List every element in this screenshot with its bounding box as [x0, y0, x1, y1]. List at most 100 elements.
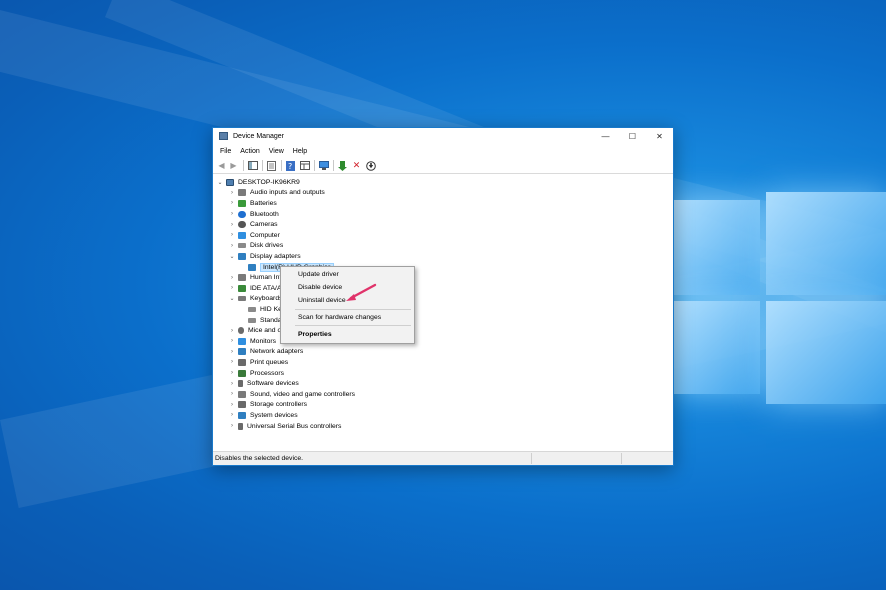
toolbar-separator — [314, 160, 315, 171]
scan-hardware-button[interactable] — [318, 160, 329, 171]
chevron-right-icon[interactable]: › — [228, 190, 236, 196]
tree-item-cameras[interactable]: › Cameras — [228, 219, 278, 230]
toolbar-separator — [333, 160, 334, 171]
properties-menu-item[interactable]: Properties — [281, 328, 414, 340]
software-device-icon — [238, 380, 243, 388]
battery-icon — [238, 199, 246, 207]
tree-item-usb-controllers[interactable]: › Universal Serial Bus controllers — [228, 421, 341, 432]
tree-item-computer[interactable]: › Computer — [228, 230, 280, 241]
storage-controller-icon — [238, 401, 246, 409]
help-icon: ? — [286, 160, 295, 171]
tree-item-processors[interactable]: › Processors — [228, 368, 284, 379]
download-circle-icon — [365, 160, 376, 171]
enable-device-button[interactable] — [365, 160, 376, 171]
back-button[interactable]: ◀ — [216, 160, 227, 171]
chevron-down-icon[interactable]: ⌄ — [228, 295, 236, 302]
update-driver-button[interactable] — [337, 160, 348, 171]
menu-file[interactable]: File — [220, 148, 231, 155]
action-pane-button[interactable] — [299, 160, 310, 171]
menu-view[interactable]: View — [269, 148, 284, 155]
tree-item-network-adapters[interactable]: › Network adapters — [228, 347, 303, 358]
display-adapter-icon — [248, 263, 256, 271]
table-view-icon — [299, 161, 310, 170]
properties-toolbar-button[interactable] — [266, 160, 277, 171]
tree-item-label: Cameras — [250, 221, 278, 229]
computer-icon — [226, 178, 234, 186]
monitor-icon — [238, 337, 246, 345]
chevron-right-icon[interactable]: › — [228, 412, 236, 418]
update-driver-menu-item[interactable]: Update driver — [281, 268, 414, 280]
tree-item-keyboards[interactable]: ⌄ Keyboards — [228, 294, 283, 305]
minimize-button[interactable]: — — [592, 128, 619, 144]
menu-action[interactable]: Action — [240, 148, 259, 155]
tree-item-label: Monitors — [250, 337, 277, 345]
toolbar: ◀ ▶ ? ✕ — [213, 158, 673, 174]
keyboard-icon — [238, 296, 246, 302]
tree-item-display-adapters[interactable]: ⌄ Display adapters — [228, 251, 301, 262]
back-arrow-icon: ◀ — [218, 161, 225, 170]
tree-item-label: Software devices — [247, 380, 299, 388]
tree-item-software-devices[interactable]: › Software devices — [228, 378, 299, 389]
keyboard-icon — [248, 306, 256, 312]
network-adapter-icon — [238, 348, 246, 356]
tree-item-label: Print queues — [250, 358, 289, 366]
menu-separator — [295, 309, 411, 310]
tree-item-bluetooth[interactable]: › Bluetooth — [228, 209, 279, 220]
chevron-right-icon[interactable]: › — [228, 243, 236, 249]
tree-item-disk-drives[interactable]: › Disk drives — [228, 241, 283, 252]
tree-item-print-queues[interactable]: › Print queues — [228, 357, 288, 368]
camera-icon — [238, 221, 246, 229]
scan-hardware-menu-item[interactable]: Scan for hardware changes — [281, 311, 414, 323]
annotation-arrow-icon — [346, 283, 377, 301]
chevron-down-icon[interactable]: ⌄ — [216, 179, 224, 186]
tree-item-monitors[interactable]: › Monitors — [228, 336, 276, 347]
tree-item-system-devices[interactable]: › System devices — [228, 410, 298, 421]
chevron-right-icon[interactable]: › — [228, 402, 236, 408]
chevron-right-icon[interactable]: › — [228, 222, 236, 228]
chevron-down-icon[interactable]: ⌄ — [228, 253, 236, 260]
tree-item-batteries[interactable]: › Batteries — [228, 198, 277, 209]
uninstall-device-button[interactable]: ✕ — [351, 160, 362, 171]
tree-item-label: Display adapters — [250, 252, 301, 260]
ide-controller-icon — [238, 284, 246, 292]
device-manager-icon — [219, 132, 228, 140]
menu-help[interactable]: Help — [293, 148, 307, 155]
toolbar-separator — [243, 160, 244, 171]
close-button[interactable]: ✕ — [646, 128, 673, 144]
chevron-right-icon[interactable]: › — [228, 370, 236, 376]
tree-item-label: Bluetooth — [250, 210, 279, 218]
chevron-right-icon[interactable]: › — [228, 381, 236, 387]
usb-icon — [238, 422, 243, 430]
tree-item-label: Storage controllers — [250, 401, 308, 409]
chevron-right-icon[interactable]: › — [228, 391, 236, 397]
chevron-right-icon[interactable]: › — [228, 328, 236, 334]
chevron-right-icon[interactable]: › — [228, 349, 236, 355]
show-hide-console-tree-button[interactable] — [247, 160, 258, 171]
help-button[interactable]: ? — [285, 160, 296, 171]
tree-root[interactable]: ⌄ DESKTOP-IK96KR9 — [216, 177, 300, 188]
system-device-icon — [238, 411, 246, 419]
chevron-right-icon[interactable]: › — [228, 200, 236, 206]
tree-item-sound-video[interactable]: › Sound, video and game controllers — [228, 389, 355, 400]
tree-item-storage-controllers[interactable]: › Storage controllers — [228, 400, 307, 411]
chevron-right-icon[interactable]: › — [228, 211, 236, 217]
tree-item-label: Processors — [250, 369, 284, 377]
chevron-right-icon[interactable]: › — [228, 232, 236, 238]
tree-item-label: Network adapters — [250, 348, 304, 356]
forward-button[interactable]: ▶ — [228, 160, 239, 171]
chevron-right-icon[interactable]: › — [228, 285, 236, 291]
hid-icon — [238, 274, 246, 282]
maximize-button[interactable]: ☐ — [619, 128, 646, 144]
tree-item-audio[interactable]: › Audio inputs and outputs — [228, 188, 325, 199]
chevron-right-icon[interactable]: › — [228, 359, 236, 365]
chevron-right-icon[interactable]: › — [228, 338, 236, 344]
title-bar[interactable]: Device Manager — ☐ ✕ — [213, 128, 673, 144]
menu-bar: File Action View Help — [213, 145, 673, 157]
tree-item-label: Keyboards — [250, 295, 283, 303]
svg-text:?: ? — [288, 162, 292, 171]
printer-icon — [238, 358, 246, 366]
chevron-right-icon[interactable]: › — [228, 275, 236, 281]
chevron-right-icon[interactable]: › — [228, 423, 236, 429]
disk-drive-icon — [238, 243, 246, 249]
status-divider — [621, 453, 622, 464]
